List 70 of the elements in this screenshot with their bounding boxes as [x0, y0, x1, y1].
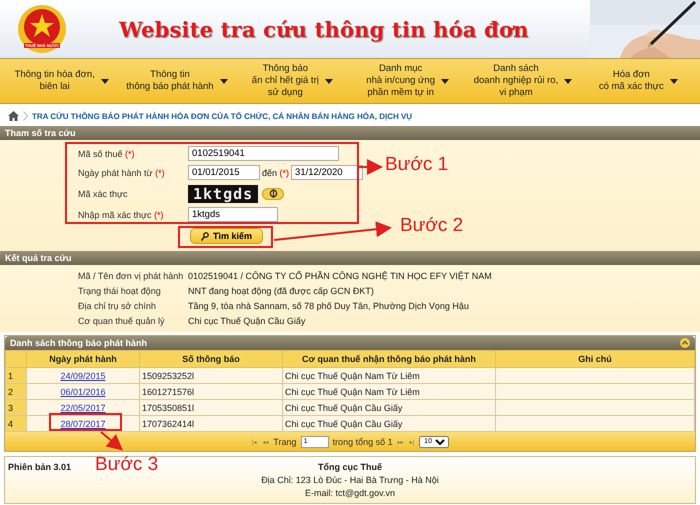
column-header: Số thông báo	[140, 350, 282, 368]
field-label: đến (*)	[262, 168, 290, 178]
caret-icon	[564, 78, 572, 84]
nav-menu-item[interactable]: Thông báo ấn chỉ hết giá trị sử dụng	[234, 59, 350, 103]
table-cell: 3	[6, 400, 26, 416]
info-value: NNT đang hoạt động (đã được cấp GCN ĐKT)	[188, 286, 374, 296]
refresh-icon	[268, 189, 278, 198]
emblem-logo	[17, 4, 67, 54]
table-cell: Chi cục Thuế Quận Cầu Giấy	[282, 416, 496, 432]
annotation-arrow	[100, 431, 124, 451]
info-label: Mã / Tên đơn vị phát hành	[77, 270, 184, 280]
nav-menu-item[interactable]: Thông tin thông báo phát hành	[119, 59, 235, 103]
page-total: trong tổng số 1	[332, 436, 393, 446]
caret-icon	[324, 78, 333, 84]
caret-icon	[220, 78, 228, 84]
column-header: Ghi chú	[496, 350, 694, 368]
nav-menu-item[interactable]: Danh sách doanh nghiệp rủi ro, vi phạm	[465, 59, 581, 103]
home-icon[interactable]	[8, 111, 19, 121]
organization-name: Tổng cục Thuế	[318, 462, 382, 472]
table-cell: 1	[6, 368, 26, 384]
info-label: Cơ quan thuế quản lý	[77, 316, 166, 326]
field-label: Nhập mã xác thực (*)	[78, 210, 165, 220]
table-cell: 1601271576l	[140, 384, 282, 400]
email-text: E-mail: tct@gdt.gov.vn	[305, 488, 395, 498]
info-value: Tầng 9, tòa nhà Sannam, số 78 phố Duy Tân, Phường Dịch Vọng Hậu	[188, 300, 469, 310]
field-label: Mã số thuế (*)	[78, 148, 136, 158]
chevron-icon	[23, 111, 28, 121]
caret-icon	[670, 78, 678, 84]
info-label: Trạng thái hoạt động	[77, 286, 162, 296]
address-text: Địa Chỉ: 123 Lò Đúc - Hai Bà Trưng - Hà Nội	[261, 475, 439, 485]
section-header: Kết quả tra cứu	[0, 251, 700, 265]
info-value: Chi cục Thuế Quận Cầu Giấy	[188, 316, 306, 326]
nav-menu-item[interactable]: Thông tin hóa đơn, biên lai	[4, 59, 120, 103]
table-cell: 1707362414l	[140, 416, 282, 432]
step-annotation: Bước 1	[385, 154, 448, 176]
table-cell: Chi cục Thuế Quận Nam Từ Liêm	[282, 384, 496, 400]
date-to-field[interactable]: 31/12/2020	[291, 165, 364, 180]
field-label: Mã xác thực	[78, 188, 129, 198]
nav-menu-item[interactable]: Hóa đơn có mã xác thực	[580, 59, 696, 103]
field-label: Ngày phát hành từ (*)	[78, 168, 166, 178]
tax-code-field[interactable]: 0102519041	[188, 146, 339, 161]
date-from-field[interactable]: 01/01/2015	[188, 165, 260, 180]
table-cell: 4	[6, 416, 26, 432]
section-header: Tham số tra cứu	[0, 126, 700, 140]
table-cell: 1509253252l	[140, 368, 282, 384]
search-button[interactable]: Tìm kiếm	[190, 228, 264, 244]
caret-icon	[100, 78, 109, 84]
table-cell: 1705350851l	[140, 400, 282, 416]
table-cell: 2	[6, 384, 26, 400]
nav-menu-item[interactable]: Danh mục nhà in/cung ứng phần mềm tự in	[350, 59, 466, 103]
version-text: Phiên bản 3.01	[8, 462, 72, 472]
table-cell: Chi cục Thuế Quận Nam Từ Liêm	[282, 368, 496, 384]
column-header: Cơ quan thuế nhận thông báo phát hành	[282, 350, 496, 368]
info-label: Địa chỉ trụ sở chính	[77, 300, 157, 310]
section-header: Danh sách thông báo phát hành	[10, 338, 147, 348]
captcha-field[interactable]: 1ktgds	[188, 207, 278, 222]
annotation-arrow	[359, 159, 383, 175]
captcha-image: 1ktgds	[188, 184, 258, 202]
search-icon	[201, 232, 209, 240]
step-annotation: Bước 2	[400, 215, 464, 237]
refresh-button[interactable]	[262, 188, 284, 200]
column-header: Ngày phát hành	[26, 350, 140, 368]
page-label: Trang	[273, 436, 297, 446]
breadcrumb-link[interactable]: TRA CỨU THÔNG BÁO PHÁT HÀNH HÓA ĐƠN CỦA TỔ CHỨC, CÁ NHÂN BÁN HÀNG HÓA, DỊCH VỤ	[32, 112, 412, 120]
collapse-icon[interactable]	[680, 338, 690, 348]
step-annotation: Bước 3	[95, 454, 158, 476]
table-cell: Chi cục Thuế Quận Cầu Giấy	[282, 400, 496, 416]
caret-icon	[441, 78, 449, 84]
info-value: 0102519041 / CÔNG TY CỔ PHẦN CÔNG NGHỆ TIN HỌC EFY VIỆT NAM	[188, 270, 492, 280]
site-title: Website tra cứu thông tin hóa đơn	[119, 16, 529, 42]
